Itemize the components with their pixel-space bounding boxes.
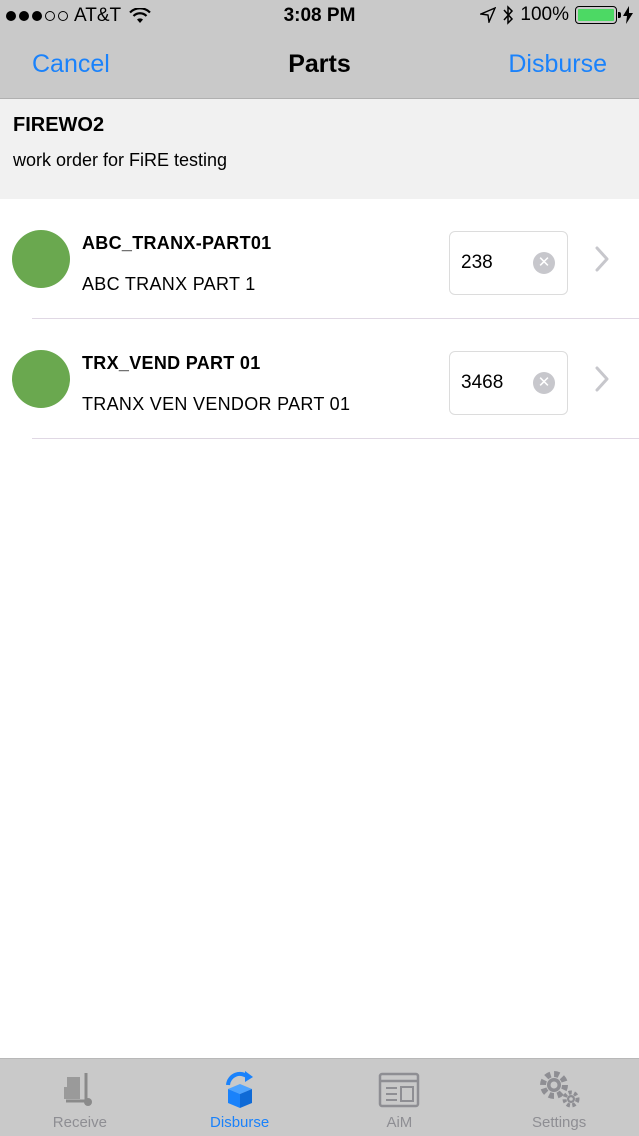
row-divider: [32, 438, 639, 439]
charging-bolt-icon: [623, 6, 633, 24]
tab-label: Receive: [52, 1114, 107, 1131]
clear-icon[interactable]: ✕: [533, 372, 555, 394]
tab-settings[interactable]: Settings: [479, 1059, 639, 1136]
tab-bar: Receive Disburse AiM Settings: [0, 1058, 639, 1136]
quantity-value: 238: [461, 252, 493, 273]
chevron-right-icon[interactable]: [594, 245, 610, 273]
chevron-right-icon[interactable]: [594, 365, 610, 393]
tab-label: Disburse: [210, 1114, 270, 1131]
tab-receive[interactable]: Receive: [0, 1059, 160, 1136]
nav-bar: Cancel Parts Disburse: [0, 32, 639, 99]
status-dot-icon: [12, 350, 70, 408]
quantity-value: 3468: [461, 372, 504, 393]
tab-disburse[interactable]: Disburse: [160, 1059, 320, 1136]
battery-percent: 100%: [520, 4, 569, 25]
status-dot-icon: [12, 230, 70, 288]
window-icon: [379, 1072, 420, 1108]
quantity-input[interactable]: 238 ✕: [449, 231, 568, 295]
status-right: 100%: [480, 4, 633, 26]
work-order-description: work order for FiRE testing: [13, 150, 228, 170]
part-id: ABC_TRANX-PART01: [82, 233, 272, 253]
dolly-icon: [63, 1073, 92, 1106]
part-name: TRANX VEN VENDOR PART 01: [82, 394, 351, 414]
tab-label: Settings: [532, 1114, 587, 1131]
clear-icon[interactable]: ✕: [533, 252, 555, 274]
work-order-number: FIREWO2: [13, 114, 105, 136]
part-row[interactable]: TRX_VEND PART 01 TRANX VEN VENDOR PART 0…: [0, 319, 639, 439]
tab-aim[interactable]: AiM: [320, 1059, 480, 1136]
disburse-box-icon: [225, 1071, 253, 1108]
bluetooth-icon: [503, 5, 514, 25]
location-arrow-icon: [480, 7, 497, 23]
part-id: TRX_VEND PART 01: [82, 353, 261, 373]
part-name: ABC TRANX PART 1: [82, 274, 256, 294]
gears-icon: [540, 1071, 580, 1108]
quantity-input[interactable]: 3468 ✕: [449, 351, 568, 415]
status-bar: AT&T 3:08 PM 100%: [0, 0, 639, 32]
part-row[interactable]: ABC_TRANX-PART01 ABC TRANX PART 1 238 ✕: [0, 199, 639, 319]
disburse-button[interactable]: Disburse: [508, 50, 607, 79]
battery-icon: [575, 6, 621, 24]
parts-list: ABC_TRANX-PART01 ABC TRANX PART 1 238 ✕ …: [0, 199, 639, 439]
tab-label: AiM: [386, 1114, 413, 1131]
work-order-header: FIREWO2 work order for FiRE testing: [0, 99, 639, 199]
cancel-button[interactable]: Cancel: [32, 50, 110, 79]
